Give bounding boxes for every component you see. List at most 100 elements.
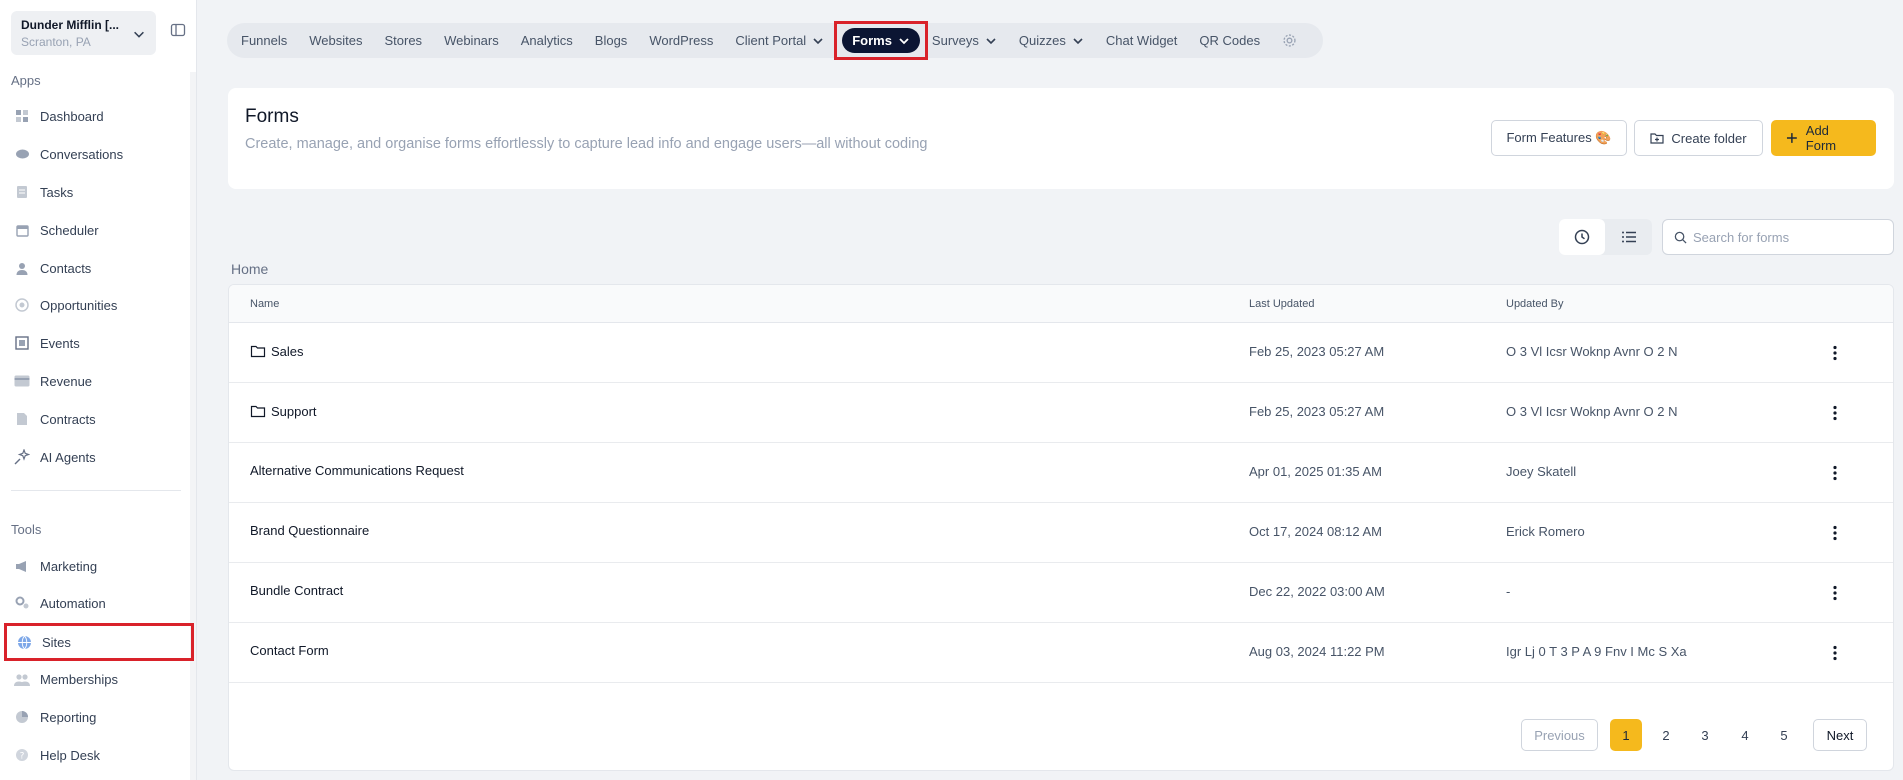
apps-section-title: Apps [11,73,41,88]
column-header-name[interactable]: Name [250,298,279,310]
breadcrumb[interactable]: Home [231,261,268,277]
sidebar-item-dashboard[interactable]: Dashboard [0,98,197,134]
form-features-button[interactable]: Form Features 🎨 [1491,120,1627,156]
row-name: Sales [271,343,304,359]
row-last-updated: Apr 01, 2025 01:35 AM [1249,464,1382,479]
next-page-button[interactable]: Next [1813,719,1867,751]
column-header-last-updated[interactable]: Last Updated [1249,298,1314,310]
sidebar-item-contracts[interactable]: Contracts [0,401,197,437]
add-form-button[interactable]: Add Form [1771,120,1876,156]
target-icon [14,297,30,313]
account-switcher[interactable]: Dunder Mifflin [... Scranton, PA [11,11,156,55]
table-row[interactable]: Contact Form Aug 03, 2024 11:22 PM Igr L… [229,623,1893,683]
tab-surveys[interactable]: Surveys [932,33,997,48]
tab-stores[interactable]: Stores [384,33,422,48]
create-folder-button[interactable]: Create folder [1634,120,1763,156]
tab-funnels[interactable]: Funnels [241,33,287,48]
previous-page-button[interactable]: Previous [1521,719,1598,751]
sidebar-item-opportunities[interactable]: Opportunities [0,287,197,323]
account-name: Dunder Mifflin [... [21,18,119,32]
sidebar-item-label: Automation [40,595,106,611]
row-last-updated: Feb 25, 2023 05:27 AM [1249,344,1385,359]
page-button-3[interactable]: 3 [1689,719,1721,751]
page-button-1[interactable]: 1 [1610,719,1642,751]
list-icon [1622,231,1636,243]
sidebar-item-label: Reporting [40,709,97,725]
tab-blogs[interactable]: Blogs [595,33,628,48]
row-menu-button[interactable] [1825,463,1845,483]
row-name[interactable]: Bundle Contract [250,583,343,598]
help-icon: ? [14,747,30,763]
row-updated-by: O 3 Vl Icsr Woknp Avnr O 2 N [1506,344,1678,359]
top-navigation: Funnels Websites Stores Webinars Analyti… [227,21,1323,60]
row-last-updated: Aug 03, 2024 11:22 PM [1249,644,1385,659]
row-last-updated: Oct 17, 2024 08:12 AM [1249,524,1382,539]
chevron-down-icon [986,37,996,44]
tab-qr-codes[interactable]: QR Codes [1199,33,1260,48]
sidebar-item-label: Scheduler [40,222,99,238]
tab-client-portal[interactable]: Client Portal [735,33,824,48]
row-updated-by: - [1506,584,1511,599]
row-name[interactable]: Contact Form [250,643,329,658]
row-name[interactable]: Brand Questionnaire [250,523,369,538]
row-name-cell[interactable]: Sales [250,343,304,359]
sidebar-item-label: Contracts [40,411,96,427]
column-header-updated-by[interactable]: Updated By [1506,298,1563,310]
sidebar-item-events[interactable]: Events [0,325,197,361]
tab-websites[interactable]: Websites [309,33,362,48]
sidebar-collapse-icon[interactable] [170,22,186,38]
table-row[interactable]: Bundle Contract Dec 22, 2022 03:00 AM - [229,563,1893,623]
row-name: Support [271,403,317,419]
page-button-2[interactable]: 2 [1650,719,1682,751]
list-view-button[interactable] [1606,219,1652,255]
plus-icon [1786,133,1797,143]
sidebar-item-label: Opportunities [40,297,118,313]
table-row[interactable]: Alternative Communications Request Apr 0… [229,443,1893,503]
kebab-icon [1833,345,1837,361]
table-row[interactable]: Sales Feb 25, 2023 05:27 AM O 3 Vl Icsr … [229,323,1893,383]
sidebar-item-automation[interactable]: Automation [0,585,197,621]
table-row[interactable]: Brand Questionnaire Oct 17, 2024 08:12 A… [229,503,1893,563]
row-menu-button[interactable] [1825,583,1845,603]
tab-webinars[interactable]: Webinars [444,33,499,48]
tab-forms[interactable]: Forms [842,28,920,53]
globe-icon [16,634,32,650]
sidebar-item-scheduler[interactable]: Scheduler [0,212,197,248]
chat-icon [14,146,30,162]
page-button-5[interactable]: 5 [1768,719,1800,751]
row-menu-button[interactable] [1825,643,1845,663]
page-button-4[interactable]: 4 [1729,719,1761,751]
tab-quizzes[interactable]: Quizzes [1019,33,1084,48]
row-menu-button[interactable] [1825,343,1845,363]
gear-icon[interactable] [1282,33,1297,48]
sidebar-item-conversations[interactable]: Conversations [0,136,197,172]
sidebar-item-marketing[interactable]: Marketing [0,548,197,584]
tools-section-title: Tools [11,522,42,537]
account-location: Scranton, PA [21,35,91,49]
row-name-cell[interactable]: Support [250,403,317,419]
table-header: Name Last Updated Updated By [229,285,1893,323]
dashboard-icon [14,108,30,124]
tab-wordpress[interactable]: WordPress [649,33,713,48]
row-menu-button[interactable] [1825,403,1845,423]
tab-chat-widget[interactable]: Chat Widget [1106,33,1178,48]
search-input[interactable] [1693,229,1883,245]
sidebar-item-revenue[interactable]: Revenue [0,363,197,399]
events-icon [14,335,30,351]
sidebar-item-contacts[interactable]: Contacts [0,250,197,286]
page-header: Forms Create, manage, and organise forms… [228,88,1894,189]
add-form-label: Add Form [1805,123,1837,153]
sidebar-item-sites[interactable]: Sites [4,623,194,661]
table-row[interactable]: Support Feb 25, 2023 05:27 AM O 3 Vl Ics… [229,383,1893,443]
folder-icon [250,345,266,358]
sidebar-item-reporting[interactable]: Reporting [0,699,197,735]
tab-analytics[interactable]: Analytics [521,33,573,48]
sidebar-item-ai-agents[interactable]: AI Agents [0,439,197,475]
recent-view-button[interactable] [1559,219,1605,255]
row-name[interactable]: Alternative Communications Request [250,463,464,478]
sidebar-item-help-desk[interactable]: ? Help Desk [0,737,197,773]
sidebar-item-memberships[interactable]: Memberships [0,661,197,697]
svg-text:?: ? [20,752,25,762]
sidebar-item-tasks[interactable]: Tasks [0,174,197,210]
row-menu-button[interactable] [1825,523,1845,543]
